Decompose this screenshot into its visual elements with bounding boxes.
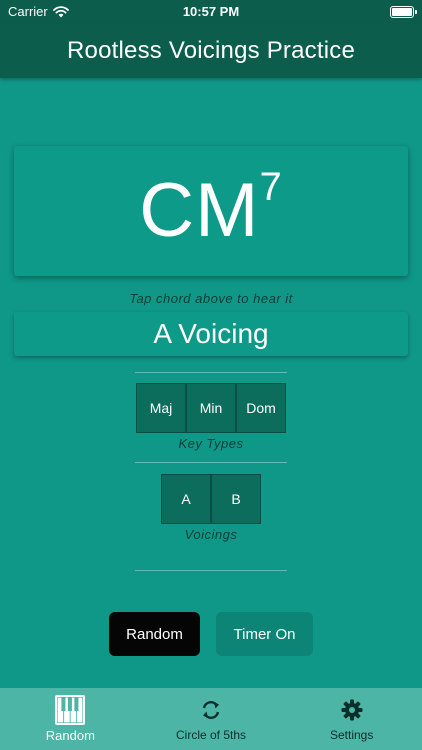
voicing-b-button[interactable]: B	[211, 474, 261, 524]
key-type-maj-button[interactable]: Maj	[136, 383, 186, 433]
battery-icon	[390, 6, 417, 18]
tab-circle-of-fifths[interactable]: Circle of 5ths	[141, 688, 282, 750]
key-type-min-button[interactable]: Min	[186, 383, 236, 433]
status-time: 10:57 PM	[182, 4, 240, 19]
nav-bar: Rootless Voicings Practice	[0, 24, 422, 78]
tab-settings-label: Settings	[330, 728, 374, 742]
voicings-label: Voicings	[184, 527, 238, 542]
voicing-display: A Voicing	[14, 312, 408, 356]
refresh-icon	[200, 694, 222, 726]
divider-bottom	[135, 570, 287, 571]
chord-card[interactable]: CM7	[14, 146, 408, 276]
chord-root-quality: CM	[139, 168, 260, 253]
gear-icon	[341, 694, 363, 726]
voicings-segmented-control: A B	[161, 474, 261, 524]
chord-hint: Tap chord above to hear it	[129, 291, 293, 306]
key-types-segmented-control: Maj Min Dom	[136, 383, 286, 433]
random-button[interactable]: Random	[109, 612, 200, 656]
status-bar: Carrier 10:57 PM	[0, 0, 422, 24]
tab-circle-label: Circle of 5ths	[175, 728, 247, 742]
timer-button[interactable]: Timer On	[216, 612, 313, 656]
divider-middle	[135, 462, 287, 463]
tab-random-label: Random	[45, 728, 95, 743]
tab-settings[interactable]: Settings	[281, 688, 422, 750]
voicing-a-button[interactable]: A	[161, 474, 211, 524]
page-title: Rootless Voicings Practice	[67, 37, 355, 64]
chord-display[interactable]: CM7	[139, 167, 282, 249]
tab-bar: Random Circle of 5ths Settings	[0, 688, 422, 750]
key-type-dom-button[interactable]: Dom	[236, 383, 286, 433]
divider-top	[135, 372, 287, 373]
piano-icon	[54, 694, 86, 726]
chord-extension: 7	[259, 165, 283, 209]
voicing-display-label: A Voicing	[153, 318, 269, 349]
tab-random[interactable]: Random	[0, 688, 141, 750]
key-types-label: Key Types	[178, 436, 244, 451]
